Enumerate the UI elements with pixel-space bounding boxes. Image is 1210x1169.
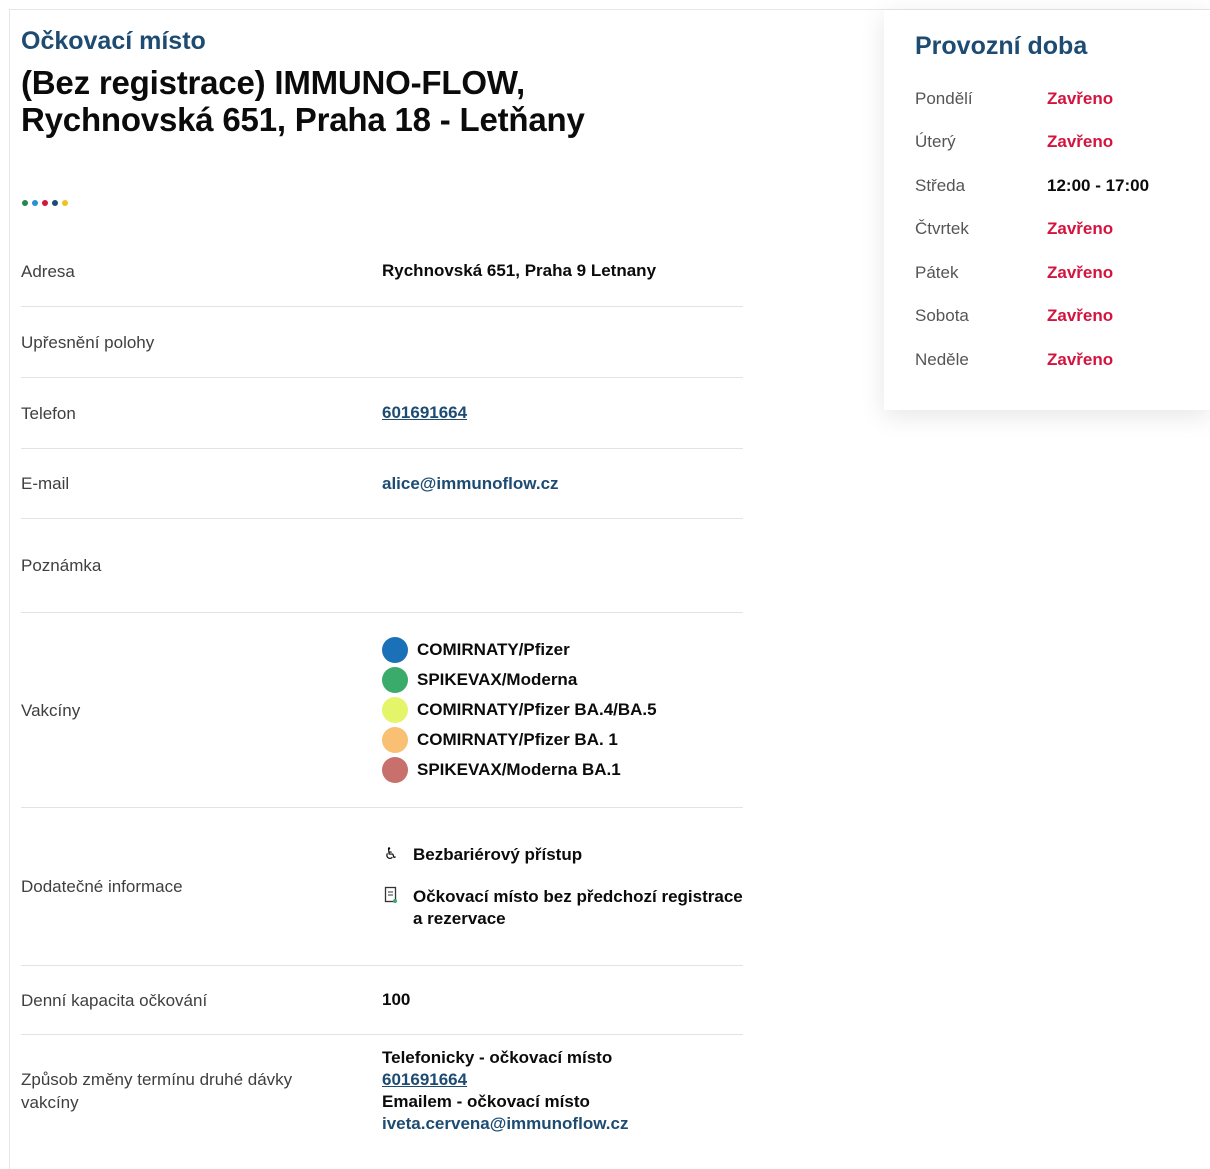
row-phone: Telefon 601691664	[21, 378, 743, 449]
hours-time: Zavřeno	[1047, 262, 1114, 282]
place-header: Očkovací místo (Bez registrace) IMMUNO-F…	[21, 26, 743, 138]
vaccine-color-dot	[382, 727, 408, 753]
vaccine-item: COMIRNATY/Pfizer	[382, 635, 743, 665]
hours-day: Pondělí	[915, 88, 973, 108]
details-table: Adresa Rychnovská 651, Praha 9 Letnany U…	[21, 236, 743, 1147]
vaccine-name: COMIRNATY/Pfizer	[417, 640, 570, 659]
hours-row: Úterý Zavřeno	[915, 121, 1210, 165]
location-label: Upřesnění polohy	[21, 332, 155, 352]
hours-day: Úterý	[915, 132, 956, 152]
document-icon	[378, 886, 404, 911]
address-value: Rychnovská 651, Praha 9 Letnany	[382, 261, 657, 280]
decorative-dot	[22, 200, 28, 206]
vaccine-item: COMIRNATY/Pfizer BA.4/BA.5	[382, 695, 743, 725]
address-label: Adresa	[21, 261, 75, 281]
phone-label: Telefon	[21, 403, 76, 423]
hours-time: Zavřeno	[1047, 306, 1114, 326]
note-label: Poznámka	[21, 556, 102, 575]
hours-row: Neděle Zavřeno	[915, 338, 1210, 382]
hours-time: Zavřeno	[1047, 219, 1114, 239]
hours-row: Pondělí Zavřeno	[915, 77, 1210, 121]
hours-day: Čtvrtek	[915, 219, 969, 239]
decorative-dot	[32, 200, 38, 206]
extra-info-list: ♿ Bezbariérový přístup Očkovací místo be…	[378, 844, 743, 930]
hours-day: Sobota	[915, 306, 969, 326]
vaccine-color-dot	[382, 757, 408, 783]
hours-time: Zavřeno	[1047, 132, 1114, 152]
email-label: E-mail	[21, 474, 70, 493]
title-line-2: Rychnovská 651, Praha 18 - Letňany	[21, 101, 585, 138]
row-email: E-mail alice@immunoflow.cz	[21, 449, 743, 519]
info-text-no-registration: Očkovací místo bez předchozí registrace …	[413, 886, 743, 928]
capacity-value: 100	[382, 990, 411, 1009]
hours-row: Sobota Zavřeno	[915, 295, 1210, 339]
vaccine-color-dot	[382, 667, 408, 693]
change-email-link[interactable]: iveta.cervena@immunoflow.cz	[382, 1114, 628, 1133]
decorative-dot	[52, 200, 58, 206]
frame-left-border	[9, 9, 10, 1169]
change-phone-link[interactable]: 601691664	[382, 1070, 467, 1089]
hours-row: Pátek Zavřeno	[915, 251, 1210, 295]
hours-time: 12:00 - 17:00	[1047, 175, 1150, 195]
info-text-barrier-free: Bezbariérový přístup	[413, 844, 583, 864]
page-title: (Bez registrace) IMMUNO-FLOW, Rychnovská…	[21, 64, 743, 138]
vaccine-color-dot	[382, 637, 408, 663]
hours-row: Středa 12:00 - 17:00	[915, 164, 1210, 208]
second-dose-change-value: Telefonicky - očkovací místo 601691664 E…	[382, 1047, 743, 1135]
opening-hours-title: Provozní doba	[915, 32, 1088, 60]
vaccine-item: SPIKEVAX/Moderna BA.1	[382, 755, 743, 785]
decorative-dot	[62, 200, 68, 206]
info-item-barrier-free: ♿ Bezbariérový přístup	[378, 844, 743, 866]
row-note: Poznámka	[21, 519, 743, 613]
vaccine-item: SPIKEVAX/Moderna	[382, 665, 743, 695]
row-second-dose-change: Způsob změny termínu druhé dávky vakcíny…	[21, 1035, 743, 1147]
vaccine-name: SPIKEVAX/Moderna	[417, 670, 578, 689]
change-email-title: Emailem - očkovací místo	[382, 1092, 590, 1111]
hours-time: Zavřeno	[1047, 88, 1114, 108]
row-location: Upřesnění polohy	[21, 307, 743, 378]
hours-day: Pátek	[915, 262, 959, 282]
decorative-dots	[22, 200, 68, 206]
row-vaccines: Vakcíny COMIRNATY/Pfizer SPIKEVAX/Moderna…	[21, 613, 743, 808]
opening-hours-card: Provozní doba Pondělí Zavřeno Úterý Zavřeno…	[884, 10, 1210, 410]
place-kicker: Očkovací místo	[21, 27, 206, 55]
info-item-no-registration: Očkovací místo bez předchozí registrace …	[378, 886, 743, 930]
opening-hours-list: Pondělí Zavřeno Úterý Zavřeno Středa 12:00 - …	[915, 77, 1210, 382]
change-phone-title: Telefonicky - očkovací místo	[382, 1048, 613, 1067]
row-address: Adresa Rychnovská 651, Praha 9 Letnany	[21, 236, 743, 307]
extra-info-label: Dodatečné informace	[21, 877, 183, 896]
vaccine-list: COMIRNATY/Pfizer SPIKEVAX/Moderna COMIRNAT…	[382, 635, 743, 785]
vaccine-name: COMIRNATY/Pfizer BA.4/BA.5	[417, 700, 657, 719]
vaccine-color-dot	[382, 697, 408, 723]
vaccine-item: COMIRNATY/Pfizer BA. 1	[382, 725, 743, 755]
second-dose-change-label: Způsob změny termínu druhé dávky vakcíny	[21, 1070, 293, 1112]
wheelchair-icon: ♿	[383, 845, 399, 863]
vaccines-label: Vakcíny	[21, 700, 81, 720]
row-capacity: Denní kapacita očkování 100	[21, 966, 743, 1035]
decorative-dot	[42, 200, 48, 206]
email-link[interactable]: alice@immunoflow.cz	[382, 474, 559, 493]
hours-row: Čtvrtek Zavřeno	[915, 208, 1210, 252]
row-extra-info: Dodatečné informace ♿ Bezbariérový příst…	[21, 808, 743, 966]
hours-day: Neděle	[915, 349, 969, 369]
hours-time: Zavřeno	[1047, 349, 1114, 369]
hours-day: Středa	[915, 175, 966, 195]
vaccine-name: SPIKEVAX/Moderna BA.1	[417, 760, 621, 779]
capacity-label: Denní kapacita očkování	[21, 990, 208, 1010]
vaccine-name: COMIRNATY/Pfizer BA. 1	[417, 730, 618, 749]
title-line-1: (Bez registrace) IMMUNO-FLOW,	[21, 64, 525, 101]
phone-link[interactable]: 601691664	[382, 403, 467, 422]
